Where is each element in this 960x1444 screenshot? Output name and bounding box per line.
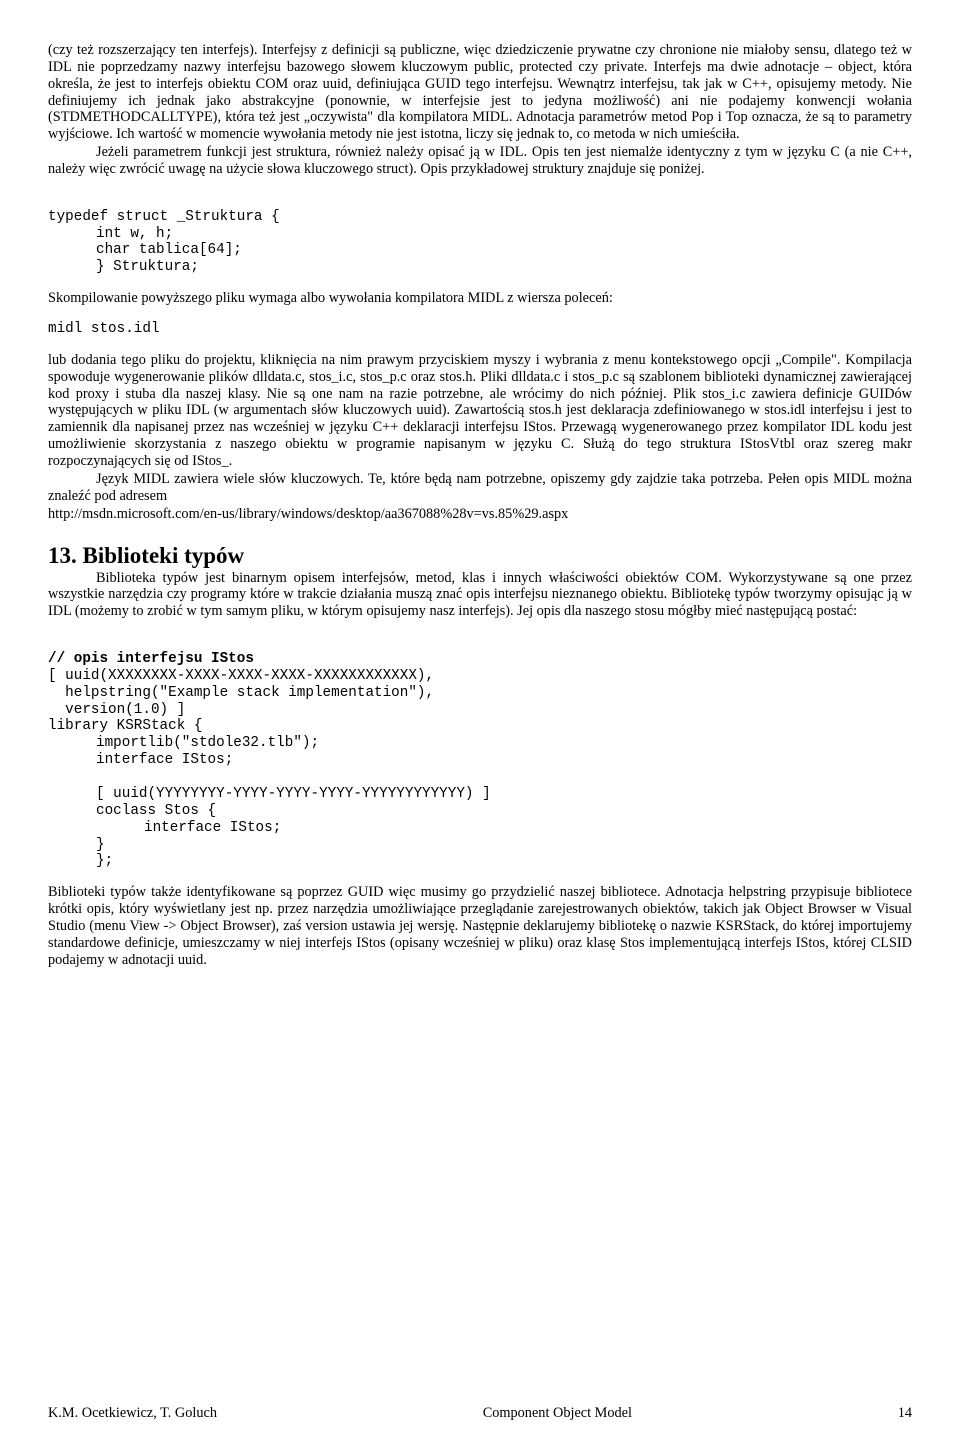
code-line: } Struktura; [48, 259, 199, 275]
code-line: interface IStos; [48, 752, 233, 768]
code-line: importlib("stdole32.tlb"); [48, 735, 319, 751]
paragraph-1: (czy też rozszerzający ten interfejs). I… [48, 42, 912, 143]
code-line: coclass Stos { [48, 803, 216, 819]
page-footer: K.M. Ocetkiewicz, T. Goluch Component Ob… [48, 1405, 912, 1422]
code-line: } [48, 837, 105, 853]
code-line: version(1.0) ] [48, 702, 185, 718]
msdn-url: http://msdn.microsoft.com/en-us/library/… [48, 506, 912, 523]
paragraph-5: Język MIDL zawiera wiele słów kluczowych… [48, 471, 912, 505]
paragraph-4: lub dodania tego pliku do projektu, klik… [48, 352, 912, 470]
code-struct: typedef struct _Struktura { int w, h; ch… [48, 192, 912, 276]
code-line: typedef struct _Struktura { [48, 209, 280, 225]
footer-title: Component Object Model [483, 1405, 632, 1422]
paragraph-7: Biblioteki typów także identyfikowane są… [48, 884, 912, 968]
code-line: char tablica[64]; [48, 242, 242, 258]
code-line: int w, h; [48, 226, 173, 242]
code-line: interface IStos; [48, 820, 281, 836]
code-line: [ uuid(YYYYYYYY-YYYY-YYYY-YYYY-YYYYYYYYY… [48, 786, 491, 802]
section-heading: 13. Biblioteki typów [48, 542, 912, 569]
code-midl: midl stos.idl [48, 321, 912, 338]
code-comment: // opis interfejsu IStos [48, 651, 254, 667]
code-library: // opis interfejsu IStos [ uuid(XXXXXXXX… [48, 634, 912, 870]
footer-authors: K.M. Ocetkiewicz, T. Goluch [48, 1405, 217, 1422]
paragraph-6: Biblioteka typów jest binarnym opisem in… [48, 570, 912, 621]
footer-page-number: 14 [898, 1405, 912, 1422]
code-line: helpstring("Example stack implementation… [48, 685, 434, 701]
code-line: }; [48, 853, 113, 869]
code-line: library KSRStack { [48, 718, 202, 734]
paragraph-2: Jeżeli parametrem funkcji jest struktura… [48, 144, 912, 178]
paragraph-3: Skompilowanie powyższego pliku wymaga al… [48, 290, 912, 307]
code-line: [ uuid(XXXXXXXX-XXXX-XXXX-XXXX-XXXXXXXXX… [48, 668, 434, 684]
